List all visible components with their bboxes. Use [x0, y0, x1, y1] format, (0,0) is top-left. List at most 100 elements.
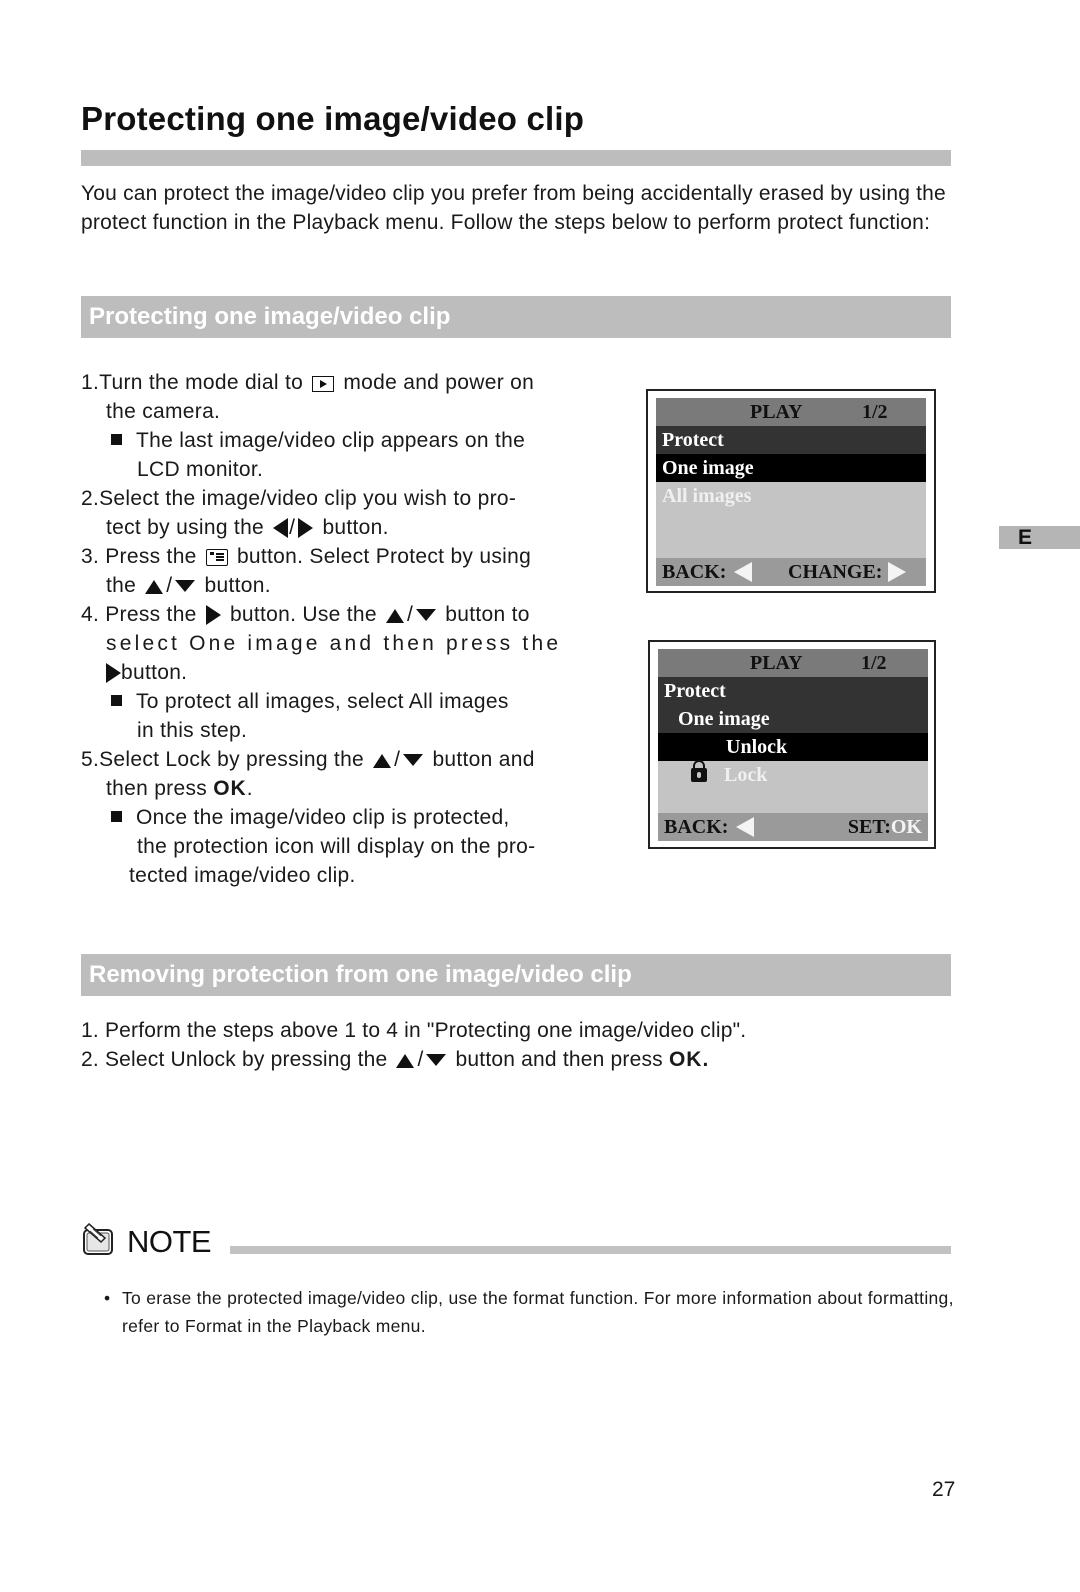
lcd-back-label: BACK:	[664, 816, 729, 838]
up-arrow-icon	[373, 754, 392, 768]
step-text: button and then press	[455, 1048, 663, 1071]
step-1-cont: the camera.	[106, 400, 221, 423]
step-4-cont2: button.	[81, 658, 581, 687]
remove-step-1: 1. Perform the steps above 1 to 4 in "Pr…	[81, 1019, 747, 1042]
lcd-set-label: SET:	[847, 816, 891, 838]
lock-icon	[691, 760, 707, 782]
step-5-note: Once the image/video clip is protected,	[81, 803, 581, 832]
down-arrow-icon	[416, 609, 437, 621]
step-text: the	[106, 574, 137, 597]
slash: /	[166, 574, 173, 597]
lcd-footer: BACK: SET:OK	[658, 813, 928, 841]
note-body: To erase the protected image/video clip,…	[122, 1288, 954, 1336]
step-5: 5.Select Lock by pressing the / button a…	[81, 745, 581, 774]
square-bullet-icon	[111, 434, 122, 445]
lcd-empty-space	[656, 510, 926, 558]
lcd-change-label: CHANGE:	[788, 561, 883, 583]
lcd-page-indicator: 1/2	[862, 401, 888, 423]
square-bullet-icon	[111, 695, 122, 706]
ok-label: OK.	[668, 1048, 710, 1071]
step-5-cont: then press OK.	[81, 774, 581, 803]
up-arrow-icon	[145, 580, 164, 594]
playback-mode-icon	[312, 376, 335, 392]
step-1-note: The last image/video clip appears on the	[81, 426, 581, 455]
slash: /	[394, 748, 401, 771]
section-heading-remove: Removing protection from one image/video…	[81, 954, 951, 996]
step-1-note-cont: LCD monitor.	[137, 458, 264, 481]
step-2: 2.Select the image/video clip you wish t…	[81, 487, 517, 510]
language-tab: E	[999, 526, 1080, 549]
intro-paragraph: You can protect the image/video clip you…	[81, 182, 946, 234]
lcd-lock-label: Lock	[724, 764, 768, 786]
lcd-row-one-image-selected: One image	[656, 454, 926, 482]
note-label: NOTE	[127, 1224, 212, 1259]
protect-steps: 1.Turn the mode dial to mode and power o…	[81, 368, 581, 890]
step-text: then press	[106, 777, 208, 800]
lcd-row-one-image: One image	[658, 705, 928, 733]
step-4-note: To protect all images, select All images	[81, 687, 581, 716]
step-5-note-cont2: tected image/video clip.	[129, 864, 356, 887]
lcd-change: CHANGE:	[788, 558, 907, 586]
step-text: tect by using the	[106, 516, 265, 539]
lcd-screen-lock-menu: PLAY 1/2 Protect One image Unlock Lock B…	[648, 640, 936, 849]
step-text: 4. Press the	[81, 603, 197, 626]
step-text: button.	[121, 661, 188, 684]
step-3: 3. Press the button. Select Protect by u…	[81, 542, 581, 571]
lcd-back-label: BACK:	[662, 561, 727, 583]
right-arrow-icon	[298, 518, 314, 538]
lcd-empty-space	[658, 789, 928, 813]
step-text: button and	[432, 748, 535, 771]
lcd-header: PLAY 1/2	[656, 398, 926, 426]
down-arrow-icon	[403, 754, 424, 766]
lcd-set: SET:OK	[848, 813, 922, 841]
step-4: 4. Press the button. Use the / button to	[81, 600, 581, 629]
lcd-row-lock: Lock	[658, 760, 928, 789]
up-arrow-icon	[386, 609, 405, 623]
note-pad-icon	[83, 1222, 113, 1255]
lcd-header-title: PLAY	[750, 401, 803, 423]
slash: /	[407, 603, 414, 626]
step-text: 2. Select Unlock by pressing the	[81, 1048, 388, 1071]
lcd-row-all-images: All images	[656, 482, 926, 510]
down-arrow-icon	[175, 580, 196, 592]
step-text: button. Select Protect by using	[236, 545, 532, 568]
menu-button-icon	[205, 549, 228, 566]
note-text: Once the image/video clip is protected,	[136, 806, 510, 829]
step-4-note-cont: in this step.	[137, 719, 248, 742]
lcd-display: PLAY 1/2 Protect One image Unlock Lock B…	[658, 649, 928, 841]
step-3-cont: the / button.	[81, 571, 581, 600]
ok-label: OK	[213, 777, 247, 800]
step-4-cont: select One image and then press the	[106, 632, 562, 655]
lcd-display: PLAY 1/2 Protect One image All images BA…	[656, 398, 926, 586]
note-item: • To erase the protected image/video cli…	[104, 1284, 954, 1340]
step-text: .	[246, 777, 253, 800]
up-arrow-icon	[396, 1054, 415, 1068]
step-text: 3. Press the	[81, 545, 197, 568]
step-text: 5.Select Lock by pressing the	[81, 748, 365, 771]
right-arrow-icon	[106, 663, 121, 683]
step-1: 1.Turn the mode dial to mode and power o…	[81, 368, 581, 397]
lcd-screen-protect-menu: PLAY 1/2 Protect One image All images BA…	[646, 389, 936, 593]
right-arrow-icon	[888, 562, 907, 582]
left-arrow-icon	[734, 562, 753, 582]
remove-step-2: 2. Select Unlock by pressing the / butto…	[81, 1045, 746, 1074]
note-text: The last image/video clip appears on the	[136, 429, 526, 452]
slash: /	[289, 516, 296, 539]
lcd-row-unlock-selected: Unlock	[658, 733, 928, 761]
step-2-cont: tect by using the / button.	[81, 513, 581, 542]
slash: /	[417, 1048, 424, 1071]
bullet: •	[104, 1288, 111, 1308]
step-text: button to	[445, 603, 530, 626]
page-number: 27	[932, 1478, 956, 1501]
lcd-row-protect: Protect	[658, 677, 928, 705]
lcd-header: PLAY 1/2	[658, 649, 928, 677]
right-arrow-icon	[205, 605, 221, 625]
step-5-note-cont: the protection icon will display on the …	[137, 835, 536, 858]
left-arrow-icon	[273, 518, 289, 538]
step-text: mode and power on	[343, 371, 535, 394]
left-arrow-icon	[736, 817, 755, 837]
remove-steps: 1. Perform the steps above 1 to 4 in "Pr…	[81, 1016, 746, 1074]
step-text: button.	[322, 516, 389, 539]
step-text: button. Use the	[229, 603, 377, 626]
down-arrow-icon	[426, 1054, 447, 1066]
